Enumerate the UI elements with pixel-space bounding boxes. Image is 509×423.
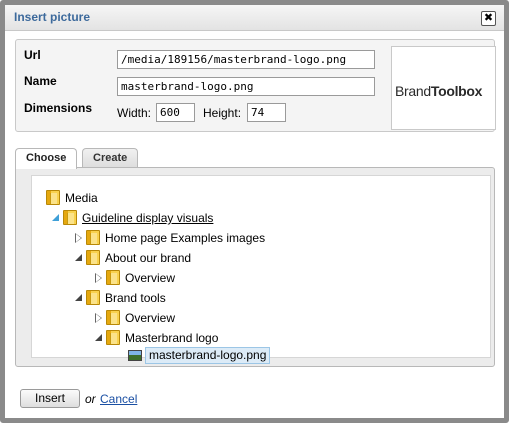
image-preview: BrandToolbox: [391, 46, 496, 130]
logo-text-regular: Brand: [395, 83, 431, 99]
dialog-title: Insert picture: [14, 10, 91, 24]
cancel-link[interactable]: Cancel: [100, 392, 137, 406]
tree-node-masterbrand-logo[interactable]: Masterbrand logo: [94, 328, 218, 346]
width-field[interactable]: 600: [156, 103, 195, 122]
name-label: Name: [24, 74, 57, 88]
selected-file-label: masterbrand-logo.png: [145, 347, 271, 364]
collapsed-triangle-icon[interactable]: [74, 232, 84, 243]
folder-icon: [86, 250, 100, 266]
choose-tab-panel: Media Guideline display visuals Home pag…: [15, 167, 495, 367]
folder-icon: [46, 190, 60, 206]
dimensions-label: Dimensions: [24, 101, 93, 115]
folder-icon: [86, 290, 100, 306]
tree-node-home-page-examples-images[interactable]: Home page Examples images: [74, 228, 265, 246]
tab-choose[interactable]: Choose: [15, 148, 78, 169]
tree-node-label: Overview: [125, 310, 176, 325]
expanded-triangle-icon[interactable]: [94, 333, 104, 343]
media-tree[interactable]: Media Guideline display visuals Home pag…: [31, 175, 491, 364]
tree-node-label: Guideline display visuals: [82, 210, 214, 225]
collapsed-triangle-icon[interactable]: [94, 312, 104, 323]
logo-text-bold: Toolbox: [430, 83, 483, 99]
expanded-triangle-icon[interactable]: [51, 213, 61, 223]
url-label: Url: [24, 48, 41, 62]
folder-icon: [106, 310, 120, 326]
insert-button[interactable]: Insert: [20, 389, 80, 408]
width-label: Width:: [117, 106, 152, 120]
tree-node-label: Media: [65, 190, 98, 205]
tree-node-label: Overview: [125, 270, 176, 285]
tree-node-about-our-brand[interactable]: About our brand: [74, 248, 191, 266]
folder-icon: [86, 230, 100, 246]
tree-node-media[interactable]: Media: [46, 188, 98, 206]
url-field[interactable]: /media/189156/masterbrand-logo.png: [117, 50, 375, 69]
tab-create-new[interactable]: Create New: [82, 148, 139, 182]
tree-node-brand-tools[interactable]: Brand tools: [74, 288, 166, 306]
name-field[interactable]: masterbrand-logo.png: [117, 77, 375, 96]
tree-node-label: Masterbrand logo: [125, 330, 219, 345]
brand-logo-preview: BrandToolbox: [395, 83, 495, 99]
tree-node-label: About our brand: [105, 250, 192, 265]
expanded-triangle-icon[interactable]: [74, 293, 84, 303]
folder-icon: [106, 270, 120, 286]
expanded-triangle-icon[interactable]: [74, 253, 84, 263]
or-text: or: [85, 392, 96, 406]
tree-node-masterbrand-logo-png[interactable]: masterbrand-logo.png: [128, 346, 271, 364]
height-label: Height:: [203, 106, 242, 120]
collapsed-triangle-icon[interactable]: [94, 272, 104, 283]
insert-picture-dialog: Insert picture ✖ Url /media/189156/maste…: [0, 0, 509, 423]
close-button[interactable]: ✖: [481, 11, 496, 26]
tree-node-overview-about[interactable]: Overview: [94, 268, 175, 286]
tree-node-guideline-display-visuals[interactable]: Guideline display visuals: [51, 208, 213, 226]
dialog-titlebar: Insert picture ✖: [5, 5, 504, 31]
close-icon: ✖: [483, 12, 494, 24]
tree-node-label: Brand tools: [105, 290, 166, 305]
image-file-icon: [128, 350, 142, 362]
folder-icon: [106, 330, 120, 346]
picture-properties-panel: Url /media/189156/masterbrand-logo.png N…: [15, 39, 496, 132]
tree-node-label: Home page Examples images: [105, 230, 266, 245]
height-field[interactable]: 74: [247, 103, 286, 122]
folder-icon: [63, 210, 77, 226]
tree-node-overview-brand-tools[interactable]: Overview: [94, 308, 175, 326]
